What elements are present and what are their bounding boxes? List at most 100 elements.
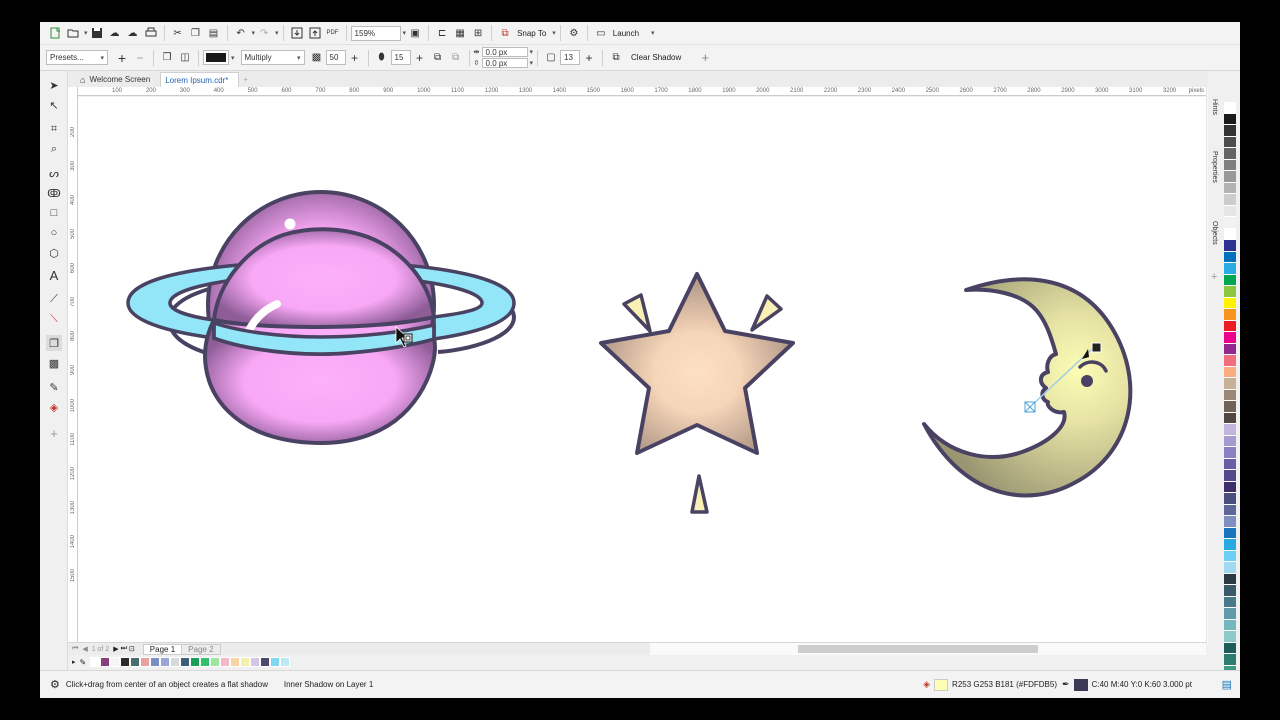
palette-swatch[interactable] (1224, 424, 1236, 436)
horizontal-ruler[interactable]: 100 200 300 400 500 600 700 800 900 1000 1100 1200 1… (78, 87, 1206, 96)
pick-tool-icon[interactable]: ➤ (46, 77, 62, 93)
feather-edges-icon[interactable]: ⧉ (448, 50, 464, 66)
moon-object[interactable] (922, 277, 1133, 498)
palette-swatch[interactable] (1224, 217, 1236, 229)
chevron-down-icon[interactable]: ▾ (252, 29, 256, 37)
polygon-tool-icon[interactable]: ⬡ (46, 245, 62, 261)
palette-swatch[interactable] (1224, 516, 1236, 528)
palette-swatch[interactable] (1224, 401, 1236, 413)
palette-swatch[interactable] (1224, 159, 1236, 171)
show-grid-icon[interactable]: ▦ (452, 25, 468, 41)
feather-stepper-plus-icon[interactable]: + (412, 50, 428, 66)
artistic-media-tool-icon[interactable]: ↂ (46, 185, 62, 201)
page-tab-1[interactable]: Page 1 (142, 643, 183, 655)
offset-x-input[interactable]: 0.0 px (481, 47, 528, 57)
tab-welcome-screen[interactable]: ⌂ Welcome Screen (76, 72, 160, 87)
document-palette-swatch[interactable] (250, 657, 261, 667)
next-page-icon[interactable]: ▶ (113, 645, 118, 653)
docker-tab-hints[interactable]: Hints (1211, 99, 1218, 115)
shape-tool-icon[interactable]: ↖ (46, 97, 62, 113)
palette-swatch[interactable] (1224, 332, 1236, 344)
palette-swatch[interactable] (1224, 320, 1236, 332)
document-palette-swatch[interactable] (130, 657, 141, 667)
document-palette-swatch[interactable] (230, 657, 241, 667)
palette-swatch[interactable] (1224, 136, 1236, 148)
eyedropper-tool-icon[interactable]: ✎ (46, 379, 62, 395)
docker-tab-properties[interactable]: Properties (1211, 151, 1218, 183)
document-palette-swatch[interactable] (260, 657, 271, 667)
palette-swatch[interactable] (1224, 435, 1236, 447)
palette-swatch[interactable] (1224, 504, 1236, 516)
add-tool-icon[interactable]: + (46, 425, 62, 441)
spread-input[interactable]: 13 (560, 50, 581, 65)
document-palette-swatch[interactable] (90, 657, 101, 667)
palette-swatch[interactable] (1224, 458, 1236, 470)
palette-swatch[interactable] (1224, 447, 1236, 459)
palette-swatch[interactable] (1224, 412, 1236, 424)
palette-swatch[interactable] (1224, 493, 1236, 505)
new-tab-icon[interactable]: + (239, 72, 258, 87)
chevron-down-icon[interactable]: ▾ (552, 29, 556, 37)
export-icon[interactable] (307, 25, 323, 41)
horizontal-scrollbar[interactable] (650, 642, 1206, 655)
star-object[interactable] (599, 272, 795, 514)
document-palette-swatch[interactable] (170, 657, 181, 667)
palette-swatch[interactable] (1224, 539, 1236, 551)
customize-add-icon[interactable]: + (697, 50, 713, 66)
zoom-level-select[interactable]: 159% (350, 25, 401, 41)
launch-button[interactable]: Launch (613, 29, 639, 38)
palette-swatch[interactable] (1224, 343, 1236, 355)
palette-swatch[interactable] (1224, 527, 1236, 539)
palette-swatch[interactable] (1224, 562, 1236, 574)
offset-y-input[interactable]: 0.0 px (481, 58, 528, 68)
document-palette-swatch[interactable] (240, 657, 251, 667)
document-palette-swatch[interactable] (110, 657, 121, 667)
ellipse-tool-icon[interactable]: ○ (46, 225, 62, 241)
freehand-tool-icon[interactable]: ᔕ (46, 165, 62, 181)
add-page-icon[interactable]: ⊡ (129, 645, 135, 653)
chevron-down-icon[interactable]: ▾ (651, 29, 655, 37)
palette-swatch[interactable] (1224, 274, 1236, 286)
show-guidelines-icon[interactable]: ⊞ (470, 25, 486, 41)
remove-preset-icon[interactable]: − (132, 50, 148, 66)
undo-icon[interactable]: ↶ (233, 25, 249, 41)
feather-direction-icon[interactable]: ⧉ (430, 50, 446, 66)
eyedropper-icon[interactable]: ✎ (80, 658, 87, 667)
open-icon[interactable] (65, 25, 81, 41)
palette-swatch[interactable] (1224, 240, 1236, 252)
document-palette[interactable]: ▸ ✎ (68, 655, 1210, 669)
merge-mode-select[interactable]: Multiply ▾ (240, 50, 305, 65)
color-palette[interactable] (1224, 102, 1236, 698)
last-page-icon[interactable]: ⏭ (121, 645, 127, 653)
document-palette-swatch[interactable] (210, 657, 221, 667)
feather-input[interactable]: 15 (390, 50, 411, 65)
chevron-down-icon[interactable]: ▾ (275, 29, 279, 37)
palette-swatch[interactable] (1224, 585, 1236, 597)
palette-swatch[interactable] (1224, 596, 1236, 608)
print-icon[interactable] (143, 25, 159, 41)
full-screen-icon[interactable]: ▣ (407, 25, 423, 41)
interactive-fill-tool-icon[interactable]: ◈ (46, 399, 62, 415)
save-icon[interactable] (89, 25, 105, 41)
color-styles-icon[interactable]: ▤ (1222, 678, 1232, 691)
new-document-icon[interactable] (47, 25, 63, 41)
document-palette-swatch[interactable] (270, 657, 281, 667)
options-gear-icon[interactable]: ⚙ (566, 25, 582, 41)
palette-swatch[interactable] (1224, 573, 1236, 585)
copy-shadow-properties-icon[interactable]: ⧉ (608, 50, 624, 66)
document-palette-swatch[interactable] (220, 657, 231, 667)
palette-swatch[interactable] (1224, 194, 1236, 206)
launch-icon[interactable]: ▭ (593, 25, 609, 41)
document-palette-swatch[interactable] (200, 657, 211, 667)
document-palette-swatch[interactable] (150, 657, 161, 667)
drawing-canvas[interactable] (78, 97, 1206, 643)
tab-lorem-ipsum[interactable]: Lorem Ipsum.cdr* (160, 72, 240, 87)
outline-color-swatch[interactable] (1073, 678, 1088, 691)
horizontal-scroll-thumb[interactable] (798, 645, 1038, 653)
palette-swatch[interactable] (1224, 205, 1236, 217)
rectangle-tool-icon[interactable]: □ (46, 205, 62, 221)
document-palette-swatch[interactable] (120, 657, 131, 667)
palette-swatch[interactable] (1224, 389, 1236, 401)
download-cloud-icon[interactable]: ☁ (125, 25, 141, 41)
vertical-ruler[interactable]: 200 300 400 500 600 700 800 900 1000 1100 1200 1300… (68, 87, 78, 644)
